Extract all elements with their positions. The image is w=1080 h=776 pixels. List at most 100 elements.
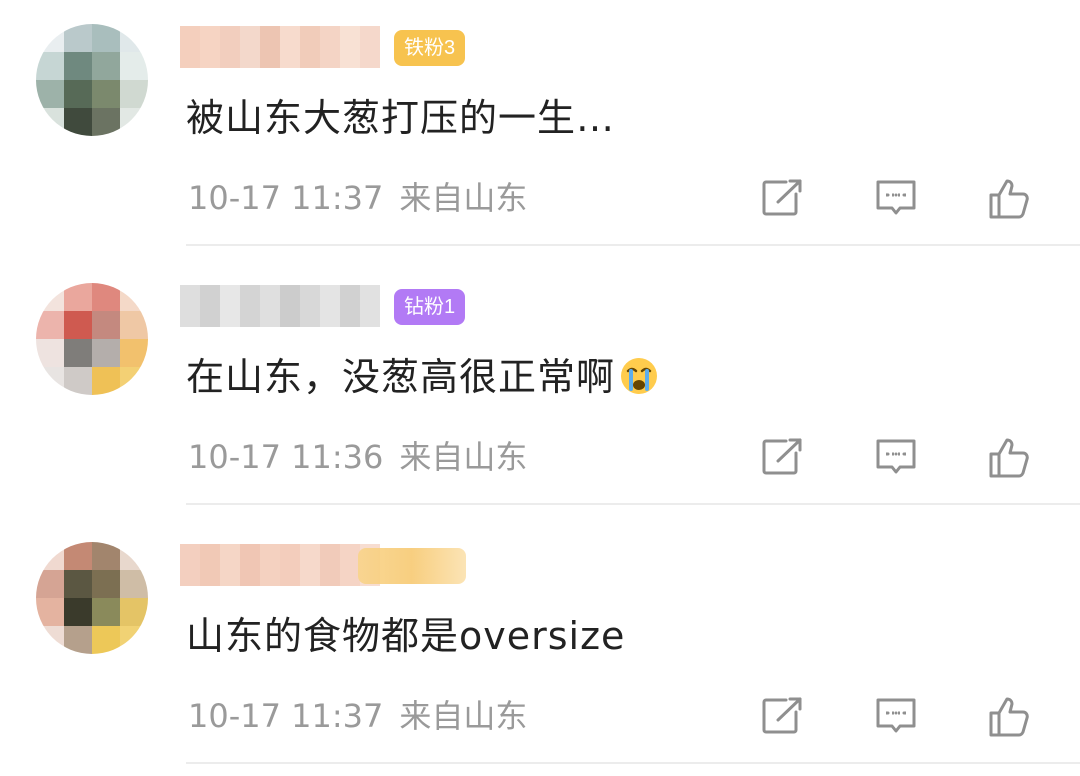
avatar-pixel: [120, 24, 148, 52]
username-pixel: [280, 285, 300, 327]
avatar-pixel: [120, 542, 148, 570]
avatar-pixel: [120, 80, 148, 108]
username-pixel: [200, 285, 220, 327]
username-pixel: [260, 26, 280, 68]
avatar-pixel: [92, 367, 120, 395]
avatar-pixel: [64, 626, 92, 654]
username-pixel: [260, 544, 280, 586]
avatar-pixel: [64, 52, 92, 80]
username-pixel: [220, 544, 240, 586]
avatar-pixel: [92, 283, 120, 311]
avatar-pixel: [36, 542, 64, 570]
username-pixel: [240, 26, 260, 68]
avatar-pixel: [36, 367, 64, 395]
username-pixel: [320, 26, 340, 68]
username-pixel: [260, 285, 280, 327]
comment-text: 在山东，没葱高很正常啊: [186, 351, 659, 409]
username-pixel: [340, 285, 360, 327]
username-pixel: [240, 544, 260, 586]
username-pixel: [220, 26, 240, 68]
avatar-pixel: [64, 339, 92, 367]
thumbs-up-icon: [987, 175, 1033, 221]
comment-icon: [874, 437, 918, 477]
comment-time: 10-17 11:37: [188, 179, 384, 217]
comment-text-content: 在山东，没葱高很正常啊: [186, 355, 616, 399]
avatar-pixel: [92, 24, 120, 52]
username-pixel: [240, 285, 260, 327]
comment-item-3: 山东的食物都是oversize 10-17 11:37 来自山东: [0, 518, 1080, 776]
avatar-pixel: [64, 598, 92, 626]
avatar-pixel: [92, 598, 120, 626]
repost-icon: [760, 178, 804, 218]
reply-button[interactable]: [870, 431, 922, 483]
username-blurred[interactable]: [180, 544, 380, 586]
avatar-pixel: [92, 52, 120, 80]
comment-meta: 10-17 11:37 来自山东: [188, 694, 527, 738]
repost-icon: [760, 696, 804, 736]
fan-badge: 铁粉3: [394, 30, 466, 66]
username-pixel: [280, 544, 300, 586]
avatar-pixel: [64, 108, 92, 136]
avatar-pixel: [120, 52, 148, 80]
comment-icon: [874, 696, 918, 736]
username-pixel: [360, 285, 380, 327]
username-blurred[interactable]: [180, 285, 380, 327]
comment-text-content: 山东的食物都是oversize: [186, 614, 626, 658]
avatar-pixel: [120, 367, 148, 395]
fan-badge: 钻粉1: [394, 289, 466, 325]
avatar-pixel: [64, 367, 92, 395]
comment-text-content: 被山东大葱打压的一生…: [186, 96, 616, 140]
avatar-pixel: [92, 311, 120, 339]
username-pixel: [180, 26, 200, 68]
username-pixel: [280, 26, 300, 68]
comment-time: 10-17 11:36: [188, 438, 384, 476]
avatar-pixel: [92, 108, 120, 136]
comment-time: 10-17 11:37: [188, 697, 384, 735]
username-pixel: [360, 26, 380, 68]
avatar-pixel: [92, 570, 120, 598]
comment-meta: 10-17 11:36 来自山东: [188, 435, 527, 479]
comment-meta: 10-17 11:37 来自山东: [188, 176, 527, 220]
avatar-pixel: [92, 626, 120, 654]
reply-button[interactable]: [870, 172, 922, 224]
comment-divider: [186, 244, 1080, 246]
comment-location: 来自山东: [399, 697, 528, 735]
avatar-pixel: [36, 339, 64, 367]
avatar-pixel: [120, 598, 148, 626]
avatar-pixel: [120, 283, 148, 311]
username-pixel: [180, 544, 200, 586]
username-pixel: [320, 285, 340, 327]
comment-text: 山东的食物都是oversize: [186, 610, 625, 662]
thumbs-up-icon: [987, 434, 1033, 480]
avatar-pixel: [36, 570, 64, 598]
comment-location: 来自山东: [399, 438, 528, 476]
comment-item-2: 钻粉1 在山东，没葱高很正常啊 10-17 11:36 来自山东: [0, 259, 1080, 517]
avatar[interactable]: [36, 283, 148, 395]
username-pixel: [220, 285, 240, 327]
avatar[interactable]: [36, 542, 148, 654]
avatar-pixel: [92, 80, 120, 108]
avatar-pixel: [120, 570, 148, 598]
like-button[interactable]: [984, 431, 1036, 483]
like-button[interactable]: [984, 172, 1036, 224]
username-pixel: [300, 26, 320, 68]
avatar-pixel: [64, 24, 92, 52]
like-button[interactable]: [984, 690, 1036, 742]
crying-face-emoji-icon: [619, 356, 659, 409]
username-pixel: [200, 544, 220, 586]
avatar-pixel: [36, 108, 64, 136]
username-pixel: [320, 544, 340, 586]
reply-button[interactable]: [870, 690, 922, 742]
avatar-pixel: [36, 311, 64, 339]
avatar-pixel: [64, 80, 92, 108]
repost-button[interactable]: [756, 172, 808, 224]
username-blurred[interactable]: [180, 26, 380, 68]
repost-button[interactable]: [756, 431, 808, 483]
comment-text: 被山东大葱打压的一生…: [186, 92, 615, 144]
avatar-pixel: [120, 108, 148, 136]
avatar-pixel: [92, 339, 120, 367]
comment-icon: [874, 178, 918, 218]
avatar[interactable]: [36, 24, 148, 136]
username-pixel: [340, 26, 360, 68]
repost-button[interactable]: [756, 690, 808, 742]
